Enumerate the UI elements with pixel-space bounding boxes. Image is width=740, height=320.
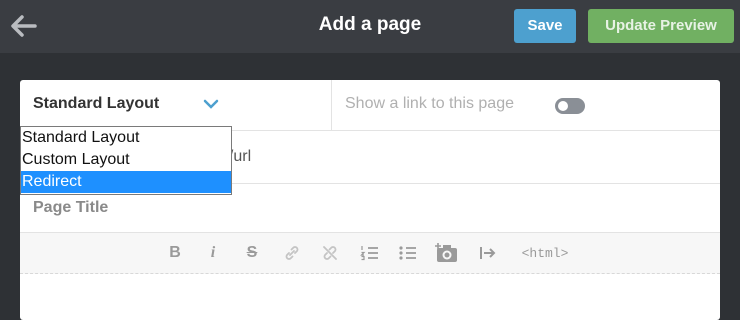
- save-button[interactable]: Save: [514, 9, 576, 43]
- insert-image-icon[interactable]: [435, 241, 459, 265]
- page-editor-panel: Standard Layout Show a link to this page…: [20, 80, 720, 320]
- layout-dropdown: Standard Layout Custom Layout Redirect: [20, 126, 232, 195]
- layout-select[interactable]: Standard Layout: [20, 80, 332, 130]
- bold-icon[interactable]: B: [166, 241, 184, 265]
- editor-toolbar: B i S <html>: [20, 233, 720, 274]
- bullet-list-icon[interactable]: [397, 241, 419, 265]
- italic-icon[interactable]: i: [205, 241, 221, 265]
- top-bar: Add a page Save Update Preview: [0, 0, 740, 53]
- show-link-label: Show a link to this page: [345, 95, 514, 112]
- unlink-icon[interactable]: [319, 241, 341, 265]
- toggle-knob: [558, 101, 568, 111]
- update-preview-button[interactable]: Update Preview: [588, 9, 734, 43]
- layout-select-value: Standard Layout: [33, 95, 160, 112]
- link-icon[interactable]: [281, 241, 303, 265]
- settings-row: Standard Layout Show a link to this page: [20, 80, 720, 131]
- html-source-icon[interactable]: <html>: [517, 241, 573, 265]
- back-arrow-icon[interactable]: [8, 13, 38, 39]
- layout-option-custom[interactable]: Custom Layout: [21, 149, 231, 171]
- layout-option-standard[interactable]: Standard Layout: [21, 127, 231, 149]
- ordered-list-icon[interactable]: [359, 241, 381, 265]
- show-link-toggle[interactable]: [555, 98, 585, 114]
- layout-option-redirect[interactable]: Redirect: [21, 171, 231, 193]
- strikethrough-icon[interactable]: S: [243, 241, 261, 265]
- insert-button-icon[interactable]: [477, 241, 499, 265]
- chevron-down-icon: [203, 99, 219, 109]
